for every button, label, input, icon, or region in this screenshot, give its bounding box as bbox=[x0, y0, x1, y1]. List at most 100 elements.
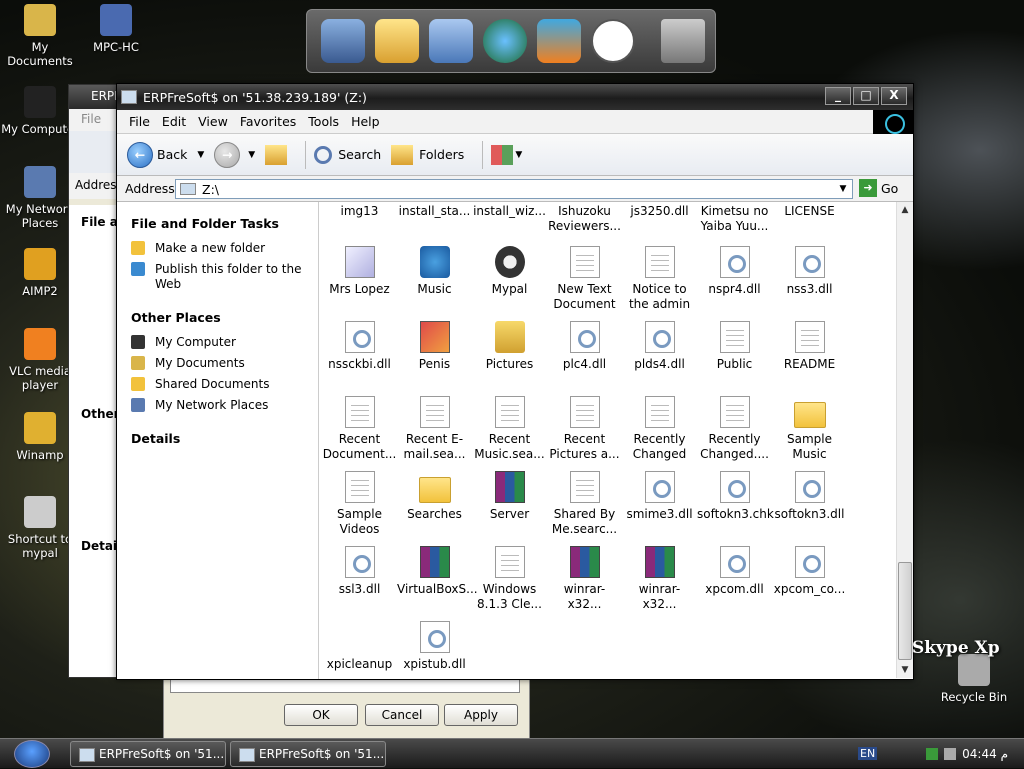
menu-edit[interactable]: Edit bbox=[162, 114, 186, 129]
file-item[interactable]: Sample Videos bbox=[322, 471, 397, 537]
scroll-down-icon[interactable]: ▼ bbox=[897, 662, 913, 678]
details-heading[interactable]: Details bbox=[131, 431, 318, 446]
file-item[interactable]: img13 bbox=[322, 204, 397, 219]
taskbar-window-1[interactable]: ERPFreSoft$ on '51.... bbox=[70, 741, 226, 767]
desktop-icon[interactable]: MPC-HC bbox=[76, 4, 156, 54]
file-item[interactable]: plds4.dll bbox=[622, 321, 697, 372]
language-indicator[interactable]: EN bbox=[858, 747, 878, 760]
file-item[interactable]: Sample Music bbox=[772, 396, 847, 462]
file-item[interactable]: Recent E-mail.sea... bbox=[397, 396, 472, 462]
clock[interactable]: 04:44 م bbox=[962, 747, 1008, 761]
file-item[interactable]: install_sta... bbox=[397, 204, 472, 219]
scroll-thumb[interactable] bbox=[898, 562, 912, 660]
ok-button[interactable]: OK bbox=[284, 704, 358, 726]
file-item[interactable]: Windows 8.1.3 Cle... bbox=[472, 546, 547, 612]
back-dropdown-icon[interactable]: ▼ bbox=[197, 150, 204, 160]
taskbar-window-2[interactable]: ERPFreSoft$ on '51.... bbox=[230, 741, 386, 767]
network-tray-icon[interactable] bbox=[926, 748, 939, 760]
file-item[interactable]: New Text Document bbox=[547, 246, 622, 312]
file-item[interactable]: Recent Music.sea... bbox=[472, 396, 547, 462]
apply-button[interactable]: Apply bbox=[444, 704, 518, 726]
file-item[interactable]: Ishuzoku Reviewers... bbox=[547, 204, 622, 234]
go-button[interactable]: ➜ Go bbox=[859, 179, 898, 197]
scroll-up-icon[interactable]: ▲ bbox=[897, 202, 913, 218]
file-item[interactable]: winrar-x32... bbox=[547, 546, 622, 612]
file-item[interactable]: Recently Changed bbox=[622, 396, 697, 462]
task-link[interactable]: Publish this folder to the Web bbox=[131, 262, 318, 292]
file-item[interactable]: softokn3.chk bbox=[697, 471, 774, 522]
title-bar[interactable]: ERPFreSoft$ on '51.38.239.189' (Z:) _ □ … bbox=[117, 84, 913, 110]
forward-dropdown-icon[interactable]: ▼ bbox=[248, 150, 255, 160]
folders-button[interactable]: Folders bbox=[391, 144, 464, 165]
globe-dock-icon[interactable] bbox=[483, 19, 527, 63]
file-item[interactable]: ssl3.dll bbox=[322, 546, 397, 597]
file-item[interactable]: plc4.dll bbox=[547, 321, 622, 372]
address-dropdown-icon[interactable]: ▼ bbox=[834, 180, 852, 198]
task-link[interactable]: My Documents bbox=[131, 356, 318, 371]
file-item[interactable]: nssckbi.dll bbox=[322, 321, 397, 372]
file-item[interactable]: Public bbox=[697, 321, 772, 372]
trash-dock-icon[interactable] bbox=[661, 19, 705, 63]
file-item[interactable]: smime3.dll bbox=[622, 471, 697, 522]
file-item[interactable]: softokn3.dll bbox=[772, 471, 847, 522]
minimize-button[interactable]: _ bbox=[825, 87, 851, 105]
settings-dock-icon[interactable] bbox=[429, 19, 473, 63]
other-places-heading[interactable]: Other Places bbox=[131, 310, 318, 325]
cancel-button[interactable]: Cancel bbox=[365, 704, 439, 726]
start-button[interactable] bbox=[14, 740, 50, 768]
paint-file-icon bbox=[344, 246, 375, 278]
file-item[interactable]: install_wiz... bbox=[472, 204, 547, 219]
file-item[interactable]: nspr4.dll bbox=[697, 246, 772, 297]
folders-dock-icon[interactable] bbox=[375, 19, 419, 63]
menu-view[interactable]: View bbox=[198, 114, 228, 129]
media-player-dock-icon[interactable] bbox=[537, 19, 581, 63]
menu-file[interactable]: File bbox=[129, 114, 150, 129]
file-item[interactable]: README bbox=[772, 321, 847, 372]
menu-favorites[interactable]: Favorites bbox=[240, 114, 296, 129]
skype-wallpaper-text: Skype Xp bbox=[912, 638, 1000, 658]
file-item[interactable]: xpcom_co... bbox=[772, 546, 847, 597]
file-item[interactable]: xpcom.dll bbox=[697, 546, 772, 597]
file-item[interactable]: Recent Document... bbox=[322, 396, 397, 462]
desktop-icon[interactable]: Recycle Bin bbox=[934, 654, 1014, 704]
back-button[interactable]: ← Back ▼ bbox=[127, 141, 204, 168]
file-item[interactable]: Penis bbox=[397, 321, 472, 372]
file-item[interactable]: Music bbox=[397, 246, 472, 297]
file-item[interactable]: Searches bbox=[397, 471, 472, 522]
vertical-scrollbar[interactable]: ▲ ▼ bbox=[896, 202, 913, 678]
file-item[interactable]: Mypal bbox=[472, 246, 547, 297]
file-item[interactable]: VirtualBoxS... bbox=[397, 546, 478, 597]
file-item[interactable]: Recent Pictures a... bbox=[547, 396, 622, 462]
task-link[interactable]: My Network Places bbox=[131, 398, 318, 413]
file-folder-tasks-heading[interactable]: File and Folder Tasks bbox=[131, 216, 318, 231]
computer-dock-icon[interactable] bbox=[321, 19, 365, 63]
volume-tray-icon[interactable] bbox=[944, 748, 957, 760]
file-item[interactable]: Recently Changed.... bbox=[697, 396, 772, 462]
menu-tools[interactable]: Tools bbox=[308, 114, 339, 129]
file-item[interactable]: xpicleanup bbox=[322, 621, 397, 672]
file-item[interactable]: Shared By Me.searc... bbox=[547, 471, 622, 537]
close-button[interactable]: X bbox=[881, 87, 907, 105]
file-item[interactable]: Server bbox=[472, 471, 547, 522]
file-item[interactable]: Mrs Lopez bbox=[322, 246, 397, 297]
task-link[interactable]: Shared Documents bbox=[131, 377, 318, 392]
maximize-button[interactable]: □ bbox=[853, 87, 879, 105]
file-item[interactable]: nss3.dll bbox=[772, 246, 847, 297]
file-item[interactable]: Kimetsu no Yaiba Yuu... bbox=[697, 204, 772, 234]
file-item[interactable]: Pictures bbox=[472, 321, 547, 372]
file-item[interactable]: xpistub.dll bbox=[397, 621, 472, 672]
forward-button[interactable]: → ▼ bbox=[214, 141, 255, 168]
file-item[interactable]: LICENSE bbox=[772, 204, 847, 219]
address-input[interactable]: Z:\ ▼ bbox=[175, 179, 853, 199]
menu-help[interactable]: Help bbox=[351, 114, 380, 129]
file-item[interactable]: Notice to the admin bbox=[622, 246, 697, 312]
up-folder-button[interactable] bbox=[265, 144, 288, 165]
clock-dock-icon[interactable] bbox=[591, 19, 635, 63]
search-button[interactable]: Search bbox=[314, 145, 381, 164]
desktop-icon[interactable]: My Documents bbox=[0, 4, 80, 68]
file-item[interactable]: winrar-x32... bbox=[622, 546, 697, 612]
file-item[interactable]: js3250.dll bbox=[622, 204, 697, 219]
views-button[interactable]: ▼ bbox=[491, 144, 522, 165]
task-link[interactable]: My Computer bbox=[131, 335, 318, 350]
task-link[interactable]: Make a new folder bbox=[131, 241, 318, 256]
